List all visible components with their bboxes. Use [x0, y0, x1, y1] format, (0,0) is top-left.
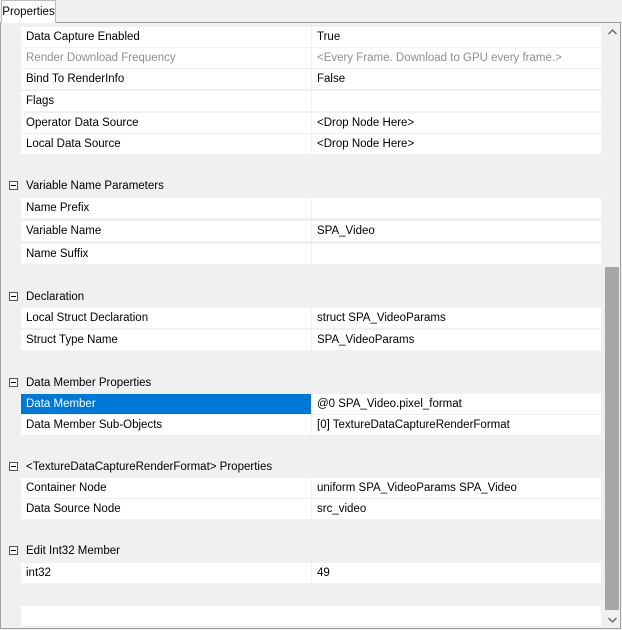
property-grid-panel: Data Capture Enabled True Render Downloa…: [0, 22, 621, 629]
property-name[interactable]: Data Capture Enabled: [21, 27, 311, 47]
property-name[interactable]: Operator Data Source: [21, 113, 311, 133]
property-name[interactable]: int32: [21, 563, 311, 583]
property-row-local-struct-declaration[interactable]: Local Struct Declaration struct SPA_Vide…: [1, 308, 601, 329]
category-variable-name-parameters[interactable]: Variable Name Parameters: [1, 176, 601, 196]
chevron-down-icon: [607, 617, 617, 623]
property-row-data-source-node[interactable]: Data Source Node src_video: [1, 499, 601, 520]
collapse-icon[interactable]: [9, 292, 18, 301]
property-value[interactable]: uniform SPA_VideoParams SPA_Video: [312, 478, 601, 498]
property-value[interactable]: <Drop Node Here>: [312, 113, 601, 133]
property-name[interactable]: Local Struct Declaration: [21, 308, 311, 328]
category-edit-int32-member[interactable]: Edit Int32 Member: [1, 541, 601, 561]
property-value[interactable]: True: [312, 27, 601, 47]
property-row-data-capture-enabled[interactable]: Data Capture Enabled True: [1, 27, 601, 48]
category-label: <TextureDataCaptureRenderFormat> Propert…: [26, 461, 273, 473]
property-row-name-suffix[interactable]: Name Suffix: [1, 244, 601, 265]
property-value[interactable]: False: [312, 69, 601, 89]
property-row-operator-data-source[interactable]: Operator Data Source <Drop Node Here>: [1, 113, 601, 134]
category-label: Edit Int32 Member: [26, 545, 120, 557]
property-value[interactable]: [0] TextureDataCaptureRenderFormat: [312, 415, 601, 435]
collapse-icon[interactable]: [9, 378, 18, 387]
category-texture-properties[interactable]: <TextureDataCaptureRenderFormat> Propert…: [1, 457, 601, 477]
property-value[interactable]: <Drop Node Here>: [312, 134, 601, 154]
collapse-icon[interactable]: [9, 546, 18, 555]
property-name[interactable]: Struct Type Name: [21, 330, 311, 350]
property-row-int32[interactable]: int32 49: [1, 563, 601, 584]
property-grid: Data Capture Enabled True Render Downloa…: [1, 23, 604, 628]
property-value[interactable]: struct SPA_VideoParams: [312, 308, 601, 328]
property-name[interactable]: Data Member Sub-Objects: [21, 415, 311, 435]
property-row-bind-to-renderinfo[interactable]: Bind To RenderInfo False: [1, 69, 601, 90]
scroll-down-button[interactable]: [604, 611, 620, 628]
property-name[interactable]: Container Node: [21, 478, 311, 498]
property-row-struct-type-name[interactable]: Struct Type Name SPA_VideoParams: [1, 330, 601, 351]
property-row-container-node[interactable]: Container Node uniform SPA_VideoParams S…: [1, 478, 601, 499]
property-row-render-download-frequency: Render Download Frequency <Every Frame. …: [1, 48, 601, 69]
scrollbar-thumb[interactable]: [605, 267, 619, 610]
property-name[interactable]: Data Source Node: [21, 499, 311, 519]
property-value[interactable]: [312, 91, 601, 111]
property-name[interactable]: Local Data Source: [21, 134, 311, 154]
property-name[interactable]: Variable Name: [21, 221, 311, 241]
vertical-scrollbar[interactable]: [604, 23, 620, 628]
property-row-data-member-sub-objects[interactable]: Data Member Sub-Objects [0] TextureDataC…: [1, 415, 601, 436]
property-name[interactable]: Data Member: [21, 394, 311, 414]
collapse-icon[interactable]: [9, 462, 18, 471]
property-name: Render Download Frequency: [21, 48, 311, 68]
chevron-up-icon: [607, 28, 617, 34]
property-value[interactable]: src_video: [312, 499, 601, 519]
property-name[interactable]: Name Prefix: [21, 198, 311, 218]
property-row-flags[interactable]: Flags: [1, 91, 601, 112]
category-label: Variable Name Parameters: [26, 180, 164, 192]
property-row-data-member[interactable]: Data Member @0 SPA_Video.pixel_format: [1, 394, 601, 415]
property-value[interactable]: SPA_VideoParams: [312, 330, 601, 350]
scroll-up-button[interactable]: [604, 23, 620, 40]
property-name[interactable]: Name Suffix: [21, 244, 311, 264]
category-label: Data Member Properties: [26, 377, 152, 389]
property-value: <Every Frame. Download to GPU every fram…: [312, 48, 601, 68]
property-row-local-data-source[interactable]: Local Data Source <Drop Node Here>: [1, 134, 601, 155]
property-value[interactable]: [312, 244, 601, 264]
property-name[interactable]: Bind To RenderInfo: [21, 69, 311, 89]
property-value[interactable]: [312, 198, 601, 218]
collapse-icon[interactable]: [9, 181, 18, 190]
category-data-member-properties[interactable]: Data Member Properties: [1, 373, 601, 393]
category-declaration[interactable]: Declaration: [1, 287, 601, 307]
property-name[interactable]: Flags: [21, 91, 311, 111]
category-label: Declaration: [26, 291, 85, 303]
property-value[interactable]: SPA_Video: [312, 221, 601, 241]
property-row-name-prefix[interactable]: Name Prefix: [1, 198, 601, 219]
empty-row: [21, 606, 601, 626]
tab-label: Properties: [2, 6, 55, 18]
property-row-variable-name[interactable]: Variable Name SPA_Video: [1, 221, 601, 242]
property-value[interactable]: 49: [312, 563, 601, 583]
property-value[interactable]: @0 SPA_Video.pixel_format: [312, 394, 601, 414]
tab-properties[interactable]: Properties: [1, 0, 56, 23]
